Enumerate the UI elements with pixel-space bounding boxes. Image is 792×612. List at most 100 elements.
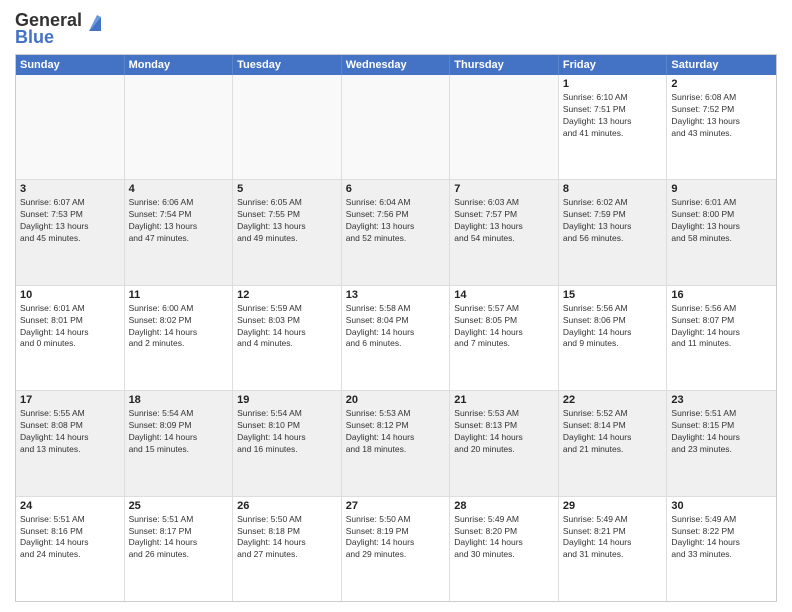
cell-text-17: Sunrise: 5:55 AM Sunset: 8:08 PM Dayligh… <box>20 408 120 456</box>
cell-text-23: Sunrise: 5:51 AM Sunset: 8:15 PM Dayligh… <box>671 408 772 456</box>
calendar-cell-3-2: 19 Sunrise: 5:54 AM Sunset: 8:10 PM Dayli… <box>233 391 342 495</box>
cell-text-10: Sunrise: 6:01 AM Sunset: 8:01 PM Dayligh… <box>20 303 120 351</box>
calendar-cell-4-1: 25 Sunrise: 5:51 AM Sunset: 8:17 PM Dayli… <box>125 497 234 601</box>
cell-text-27: Sunrise: 5:50 AM Sunset: 8:19 PM Dayligh… <box>346 514 446 562</box>
calendar-cell-4-3: 27 Sunrise: 5:50 AM Sunset: 8:19 PM Dayli… <box>342 497 451 601</box>
cell-text-3: Sunrise: 6:07 AM Sunset: 7:53 PM Dayligh… <box>20 197 120 245</box>
calendar-cell-0-3 <box>342 75 451 179</box>
day-number-15: 15 <box>563 289 663 301</box>
header-friday: Friday <box>559 55 668 75</box>
cell-text-24: Sunrise: 5:51 AM Sunset: 8:16 PM Dayligh… <box>20 514 120 562</box>
header-thursday: Thursday <box>450 55 559 75</box>
cell-text-30: Sunrise: 5:49 AM Sunset: 8:22 PM Dayligh… <box>671 514 772 562</box>
calendar-cell-1-3: 6 Sunrise: 6:04 AM Sunset: 7:56 PM Daylig… <box>342 180 451 284</box>
logo-area: General Blue <box>15 10 102 48</box>
calendar-row-1: 3 Sunrise: 6:07 AM Sunset: 7:53 PM Daylig… <box>16 179 776 284</box>
day-number-9: 9 <box>671 183 772 195</box>
day-number-27: 27 <box>346 500 446 512</box>
day-number-4: 4 <box>129 183 229 195</box>
cell-text-12: Sunrise: 5:59 AM Sunset: 8:03 PM Dayligh… <box>237 303 337 351</box>
day-number-18: 18 <box>129 394 229 406</box>
cell-text-25: Sunrise: 5:51 AM Sunset: 8:17 PM Dayligh… <box>129 514 229 562</box>
cell-text-13: Sunrise: 5:58 AM Sunset: 8:04 PM Dayligh… <box>346 303 446 351</box>
day-number-17: 17 <box>20 394 120 406</box>
calendar-cell-0-4 <box>450 75 559 179</box>
header-sunday: Sunday <box>16 55 125 75</box>
calendar-cell-4-4: 28 Sunrise: 5:49 AM Sunset: 8:20 PM Dayli… <box>450 497 559 601</box>
day-number-16: 16 <box>671 289 772 301</box>
calendar-header: Sunday Monday Tuesday Wednesday Thursday… <box>16 55 776 75</box>
calendar-row-4: 24 Sunrise: 5:51 AM Sunset: 8:16 PM Dayli… <box>16 496 776 601</box>
calendar: Sunday Monday Tuesday Wednesday Thursday… <box>15 54 777 602</box>
cell-text-28: Sunrise: 5:49 AM Sunset: 8:20 PM Dayligh… <box>454 514 554 562</box>
cell-text-1: Sunrise: 6:10 AM Sunset: 7:51 PM Dayligh… <box>563 92 663 140</box>
day-number-12: 12 <box>237 289 337 301</box>
day-number-11: 11 <box>129 289 229 301</box>
page: General Blue Sunday Monday Tuesday Wedne… <box>0 0 792 612</box>
cell-text-26: Sunrise: 5:50 AM Sunset: 8:18 PM Dayligh… <box>237 514 337 562</box>
calendar-cell-1-2: 5 Sunrise: 6:05 AM Sunset: 7:55 PM Daylig… <box>233 180 342 284</box>
cell-text-9: Sunrise: 6:01 AM Sunset: 8:00 PM Dayligh… <box>671 197 772 245</box>
cell-text-14: Sunrise: 5:57 AM Sunset: 8:05 PM Dayligh… <box>454 303 554 351</box>
calendar-row-0: 1 Sunrise: 6:10 AM Sunset: 7:51 PM Daylig… <box>16 75 776 179</box>
calendar-cell-1-0: 3 Sunrise: 6:07 AM Sunset: 7:53 PM Daylig… <box>16 180 125 284</box>
calendar-body: 1 Sunrise: 6:10 AM Sunset: 7:51 PM Daylig… <box>16 75 776 601</box>
calendar-cell-2-2: 12 Sunrise: 5:59 AM Sunset: 8:03 PM Dayli… <box>233 286 342 390</box>
day-number-14: 14 <box>454 289 554 301</box>
cell-text-6: Sunrise: 6:04 AM Sunset: 7:56 PM Dayligh… <box>346 197 446 245</box>
calendar-cell-0-0 <box>16 75 125 179</box>
calendar-cell-3-1: 18Sunrise: 5:54 AM Sunset: 8:09 PM Dayli… <box>125 391 234 495</box>
day-number-7: 7 <box>454 183 554 195</box>
calendar-cell-1-1: 4 Sunrise: 6:06 AM Sunset: 7:54 PM Daylig… <box>125 180 234 284</box>
header-saturday: Saturday <box>667 55 776 75</box>
cell-text-4: Sunrise: 6:06 AM Sunset: 7:54 PM Dayligh… <box>129 197 229 245</box>
day-number-10: 10 <box>20 289 120 301</box>
day-number-2: 2 <box>671 78 772 90</box>
day-number-6: 6 <box>346 183 446 195</box>
calendar-cell-2-1: 11 Sunrise: 6:00 AM Sunset: 8:02 PM Dayli… <box>125 286 234 390</box>
day-number-30: 30 <box>671 500 772 512</box>
cell-text-2: Sunrise: 6:08 AM Sunset: 7:52 PM Dayligh… <box>671 92 772 140</box>
cell-text-7: Sunrise: 6:03 AM Sunset: 7:57 PM Dayligh… <box>454 197 554 245</box>
logo-icon <box>83 11 101 31</box>
cell-text-11: Sunrise: 6:00 AM Sunset: 8:02 PM Dayligh… <box>129 303 229 351</box>
calendar-cell-4-0: 24 Sunrise: 5:51 AM Sunset: 8:16 PM Dayli… <box>16 497 125 601</box>
cell-text-19: Sunrise: 5:54 AM Sunset: 8:10 PM Dayligh… <box>237 408 337 456</box>
day-number-3: 3 <box>20 183 120 195</box>
day-number-8: 8 <box>563 183 663 195</box>
calendar-cell-3-0: 17 Sunrise: 5:55 AM Sunset: 8:08 PM Dayli… <box>16 391 125 495</box>
calendar-cell-3-5: 22Sunrise: 5:52 AM Sunset: 8:14 PM Dayli… <box>559 391 668 495</box>
calendar-cell-0-5: 1 Sunrise: 6:10 AM Sunset: 7:51 PM Daylig… <box>559 75 668 179</box>
day-number-28: 28 <box>454 500 554 512</box>
logo-blue-text: Blue <box>15 27 54 48</box>
cell-text-16: Sunrise: 5:56 AM Sunset: 8:07 PM Dayligh… <box>671 303 772 351</box>
calendar-cell-0-2 <box>233 75 342 179</box>
header-tuesday: Tuesday <box>233 55 342 75</box>
cell-text-8: Sunrise: 6:02 AM Sunset: 7:59 PM Dayligh… <box>563 197 663 245</box>
day-number-19: 19 <box>237 394 337 406</box>
calendar-cell-1-6: 9 Sunrise: 6:01 AM Sunset: 8:00 PM Daylig… <box>667 180 776 284</box>
header-wednesday: Wednesday <box>342 55 451 75</box>
day-number-1: 1 <box>563 78 663 90</box>
header-monday: Monday <box>125 55 234 75</box>
calendar-cell-2-3: 13Sunrise: 5:58 AM Sunset: 8:04 PM Dayli… <box>342 286 451 390</box>
day-number-5: 5 <box>237 183 337 195</box>
calendar-cell-4-6: 30 Sunrise: 5:49 AM Sunset: 8:22 PM Dayli… <box>667 497 776 601</box>
day-number-24: 24 <box>20 500 120 512</box>
calendar-cell-4-2: 26Sunrise: 5:50 AM Sunset: 8:18 PM Dayli… <box>233 497 342 601</box>
day-number-29: 29 <box>563 500 663 512</box>
day-number-25: 25 <box>129 500 229 512</box>
day-number-21: 21 <box>454 394 554 406</box>
calendar-cell-3-4: 21Sunrise: 5:53 AM Sunset: 8:13 PM Dayli… <box>450 391 559 495</box>
cell-text-29: Sunrise: 5:49 AM Sunset: 8:21 PM Dayligh… <box>563 514 663 562</box>
calendar-cell-2-6: 16 Sunrise: 5:56 AM Sunset: 8:07 PM Dayli… <box>667 286 776 390</box>
cell-text-22: Sunrise: 5:52 AM Sunset: 8:14 PM Dayligh… <box>563 408 663 456</box>
calendar-cell-4-5: 29 Sunrise: 5:49 AM Sunset: 8:21 PM Dayli… <box>559 497 668 601</box>
calendar-cell-2-0: 10 Sunrise: 6:01 AM Sunset: 8:01 PM Dayli… <box>16 286 125 390</box>
day-number-23: 23 <box>671 394 772 406</box>
calendar-cell-0-1 <box>125 75 234 179</box>
calendar-cell-3-6: 23 Sunrise: 5:51 AM Sunset: 8:15 PM Dayli… <box>667 391 776 495</box>
cell-text-5: Sunrise: 6:05 AM Sunset: 7:55 PM Dayligh… <box>237 197 337 245</box>
header: General Blue <box>15 10 777 48</box>
calendar-cell-1-5: 8 Sunrise: 6:02 AM Sunset: 7:59 PM Daylig… <box>559 180 668 284</box>
